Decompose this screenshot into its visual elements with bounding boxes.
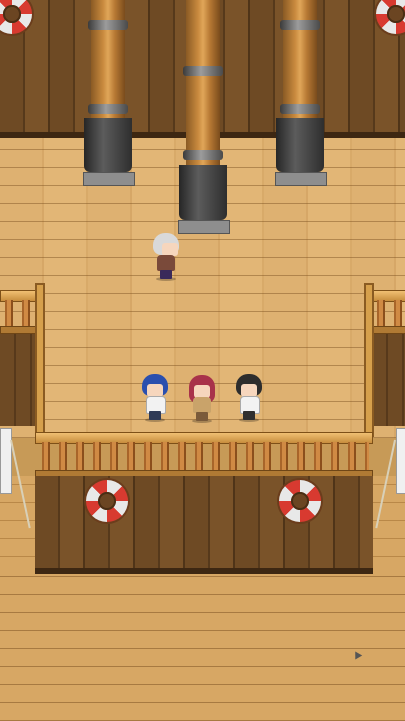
party-member-pink-hair-body xyxy=(193,397,211,413)
hull-front-wall xyxy=(35,476,373,572)
life-ring-hull-right[interactable] xyxy=(279,480,321,522)
mast-center-plate xyxy=(178,220,230,234)
mast-left-plate xyxy=(83,172,135,186)
mast-right-pole xyxy=(280,0,320,118)
party-member-black-hair[interactable] xyxy=(233,374,265,422)
left-rope-post xyxy=(0,428,12,494)
mast-left-base xyxy=(84,118,132,172)
right-side-railing-bottom xyxy=(372,326,405,334)
party-member-blue-hair-legs xyxy=(149,411,161,420)
npc-old-man-body xyxy=(157,255,175,271)
mast-center-band-top xyxy=(183,66,223,76)
mast-right-band-bottom xyxy=(280,104,320,114)
life-ring-hull-left[interactable] xyxy=(86,480,128,522)
mast-left-band-bottom xyxy=(88,104,128,114)
right-rope-post xyxy=(396,428,405,494)
front-railing-balusters xyxy=(37,442,369,472)
left-side-wall xyxy=(0,332,36,426)
mast-center-pole xyxy=(183,0,223,165)
mast-left-band-top xyxy=(88,20,128,30)
mast-left-pole xyxy=(88,0,128,118)
party-member-pink-hair[interactable] xyxy=(186,375,218,423)
lower-deck-floor[interactable] xyxy=(0,574,405,721)
npc-old-man[interactable] xyxy=(150,233,182,281)
party-member-pink-hair-legs xyxy=(196,412,208,421)
inner-railing-left-post xyxy=(35,283,45,437)
right-side-wall xyxy=(372,332,405,426)
left-side-railing-bottom xyxy=(0,326,38,334)
npc-old-man-legs xyxy=(160,270,172,279)
mast-right-plate xyxy=(275,172,327,186)
mast-right-band-top xyxy=(280,20,320,30)
mast-center-band-bottom xyxy=(183,150,223,160)
mast-right-base xyxy=(276,118,324,172)
party-member-black-hair-legs xyxy=(243,411,255,420)
game-scene[interactable] xyxy=(0,0,405,721)
party-member-blue-hair[interactable] xyxy=(139,374,171,422)
inner-railing-right-post xyxy=(364,283,374,437)
mast-center-base xyxy=(179,165,227,220)
